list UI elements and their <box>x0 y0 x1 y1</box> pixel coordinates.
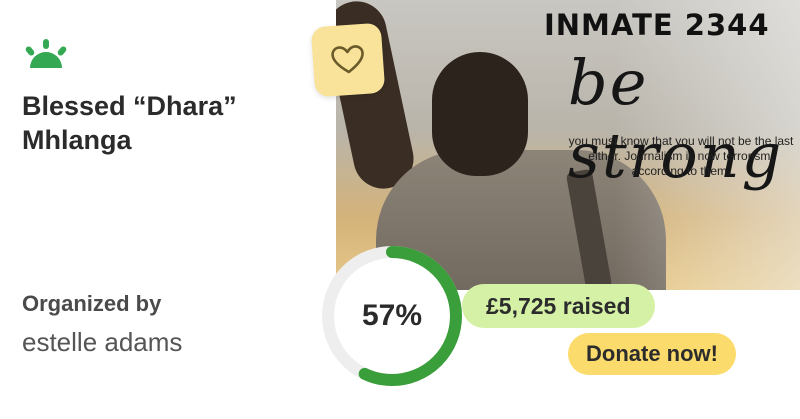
hero-caption: you must know that you will not be the l… <box>568 134 794 178</box>
heart-icon <box>331 45 364 74</box>
amount-raised-badge: £5,725 raised <box>462 284 655 328</box>
campaign-title: Blessed “Dhara” Mhlanga <box>22 91 237 155</box>
heart-button[interactable] <box>310 22 386 98</box>
donate-button[interactable]: Donate now! <box>568 333 736 375</box>
hero-headline: INMATE 2344 <box>544 8 770 42</box>
organizer-label: Organized by <box>22 291 162 316</box>
progress-percent: 57% <box>361 299 423 332</box>
organizer-name[interactable]: estelle adams <box>22 327 182 358</box>
gofundme-sprout-icon <box>25 39 67 68</box>
